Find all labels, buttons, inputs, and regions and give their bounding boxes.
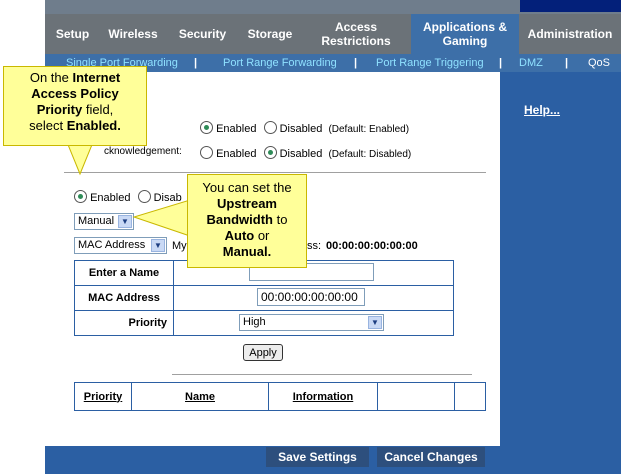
tab-storage[interactable]: Storage [239, 14, 301, 54]
wmm-disabled-radio[interactable] [263, 121, 277, 134]
ack-disabled-label: Disabled [279, 148, 323, 160]
apply-button[interactable]: Apply [243, 344, 283, 361]
upstream-bandwidth-value: Manual [78, 215, 115, 227]
subtab-dmz[interactable]: DMZ [519, 54, 543, 72]
summary-header-priority[interactable]: Priority [74, 382, 132, 411]
mac-label: MAC Address [74, 285, 174, 311]
callout-upstream: You can set the Upstream Bandwidth to Au… [187, 174, 307, 268]
summary-header-empty [377, 382, 455, 411]
sub-separator: | [194, 57, 198, 69]
tab-access-restrictions[interactable]: Access Restrictions [301, 14, 411, 54]
sub-separator: | [499, 57, 503, 69]
top-stripe-accent [520, 0, 621, 12]
callout-text: Access Policy [31, 86, 119, 101]
summary-header-name[interactable]: Name [131, 382, 269, 411]
ack-row: Enabled Disabled (Default: Disabled) [200, 146, 411, 160]
my-mac-label: ss: [307, 240, 322, 252]
callout-text: Bandwidth [206, 212, 273, 227]
summary-header-information[interactable]: Information [268, 382, 378, 411]
summary-divider [172, 374, 472, 375]
callout-text: Internet [72, 70, 121, 85]
my-mac-value: 00:00:00:00:00:00 [326, 240, 418, 252]
callout-text: or [254, 228, 270, 243]
callout-policy: On the Internet Access Policy Priority f… [3, 66, 147, 146]
subtab-qos[interactable]: QoS [588, 54, 610, 72]
policy-enabled-label: Enabled [90, 192, 131, 204]
callout-text: Upstream [217, 196, 277, 211]
ack-enabled-radio[interactable] [200, 146, 213, 159]
callout-text: On the [29, 70, 73, 85]
sub-separator: | [565, 57, 569, 69]
wmm-default-note: (Default: Enabled) [328, 124, 410, 135]
section-divider [64, 172, 486, 173]
ack-disabled-radio[interactable] [263, 146, 277, 159]
priority-value: High [243, 316, 266, 328]
tab-applications-gaming[interactable]: Applications & Gaming [411, 14, 519, 54]
tab-administration[interactable]: Administration [519, 14, 621, 54]
callout-text: select [29, 118, 67, 133]
cancel-changes-button[interactable]: Cancel Changes [377, 447, 485, 467]
sub-separator: | [354, 57, 358, 69]
help-link[interactable]: Help... [524, 103, 560, 117]
subtab-port-range-forwarding[interactable]: Port Range Forwarding [223, 54, 337, 72]
callout-text: Enabled. [66, 118, 121, 133]
callout-text: Auto [224, 228, 255, 243]
tab-setup[interactable]: Setup [45, 14, 100, 54]
policy-enabled-radio[interactable] [74, 190, 87, 203]
callout-text: You can set the [202, 180, 292, 195]
callout-text: Manual. [222, 244, 272, 259]
wmm-enabled-radio[interactable] [200, 121, 213, 134]
tab-wireless[interactable]: Wireless [100, 14, 166, 54]
callout-text: to [272, 212, 288, 227]
priority-select[interactable]: High ▼ [239, 314, 384, 331]
summary-header-empty [454, 382, 486, 411]
tab-security[interactable]: Security [166, 14, 239, 54]
chevron-down-icon: ▼ [368, 316, 382, 329]
priority-label: Priority [74, 310, 174, 336]
wmm-enabled-label: Enabled [216, 123, 257, 135]
wmm-disabled-label: Disabled [279, 123, 323, 135]
name-label: Enter a Name [74, 260, 174, 286]
summary-table: Priority Name Information [74, 382, 486, 411]
callout-text: Priority [36, 102, 83, 117]
mac-input[interactable]: 00:00:00:00:00:00 [257, 288, 365, 306]
subtab-port-range-triggering[interactable]: Port Range Triggering [376, 54, 484, 72]
ack-default-note: (Default: Disabled) [328, 149, 412, 160]
callout-text: field, [82, 102, 114, 117]
ack-enabled-label: Enabled [216, 148, 257, 160]
save-settings-button[interactable]: Save Settings [266, 447, 369, 467]
help-panel [500, 72, 621, 474]
wmm-row: Enabled Disabled (Default: Enabled) [200, 121, 409, 135]
upstream-bandwidth-select[interactable]: Manual ▼ [74, 213, 134, 230]
